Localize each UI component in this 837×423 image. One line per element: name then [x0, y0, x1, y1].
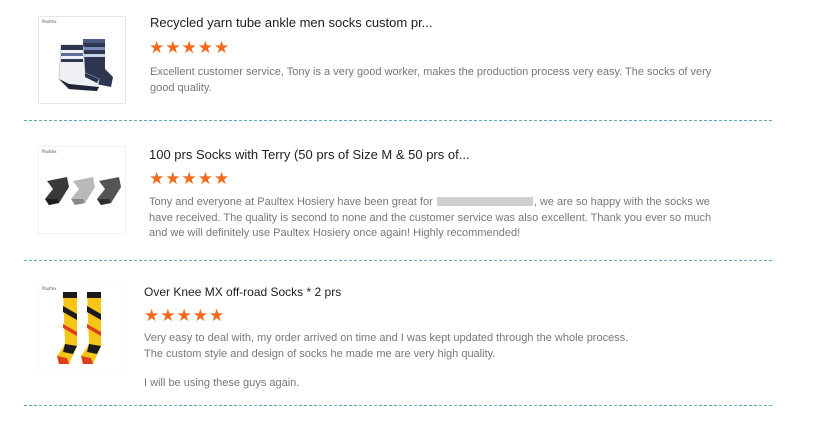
star-icon: ★ — [160, 306, 176, 326]
review-product-title[interactable]: 100 prs Socks with Terry (50 prs of Size… — [149, 147, 470, 162]
star-icon: ★ — [181, 169, 197, 189]
rating-stars: ★★★★★ — [144, 308, 225, 326]
review-product-title[interactable]: Recycled yarn tube ankle men socks custo… — [150, 15, 433, 30]
star-icon: ★ — [197, 38, 213, 58]
review-item: Paultex Over Knee MX off-road Socks * 2 … — [0, 261, 837, 406]
review-product-title[interactable]: Over Knee MX off-road Socks * 2 prs — [144, 285, 341, 299]
rating-stars: ★★★★★ — [149, 171, 230, 189]
star-icon: ★ — [192, 306, 208, 326]
product-image[interactable]: Paultex — [38, 283, 126, 371]
ankle-socks-image — [58, 39, 113, 92]
review-item: Paultex Recycled yarn tube ankle men soc… — [0, 0, 837, 120]
redacted-block — [436, 197, 533, 206]
star-icon: ★ — [197, 169, 213, 189]
review-item: Paultex 100 prs Socks with Terry (50 prs… — [0, 121, 837, 261]
low-cut-socks-image — [45, 177, 121, 205]
review-text: Tony and everyone at Paultex Hosiery hav… — [149, 195, 714, 242]
review-divider — [24, 405, 772, 406]
star-icon: ★ — [149, 38, 165, 58]
review-text-line: Very easy to deal with, my order arrived… — [144, 332, 629, 344]
rating-stars: ★★★★★ — [149, 40, 230, 58]
star-icon: ★ — [149, 169, 165, 189]
product-image[interactable]: Paultex — [38, 16, 126, 104]
star-icon: ★ — [165, 38, 181, 58]
review-text-start: Tony and everyone at Paultex Hosiery hav… — [149, 196, 433, 208]
star-icon: ★ — [214, 38, 230, 58]
star-icon: ★ — [176, 306, 192, 326]
review-text: Excellent customer service, Tony is a ve… — [150, 66, 712, 94]
review-text: Very easy to deal with, my order arrived… — [144, 331, 724, 392]
star-icon: ★ — [214, 169, 230, 189]
star-icon: ★ — [144, 306, 160, 326]
star-icon: ★ — [209, 306, 225, 326]
review-text-line: I will be using these guys again. — [144, 377, 300, 389]
product-image[interactable]: Paultex — [38, 146, 126, 234]
review-text-line: The custom style and design of socks he … — [144, 347, 496, 360]
knee-socks-image — [57, 292, 101, 364]
star-icon: ★ — [165, 169, 181, 189]
star-icon: ★ — [181, 38, 197, 58]
